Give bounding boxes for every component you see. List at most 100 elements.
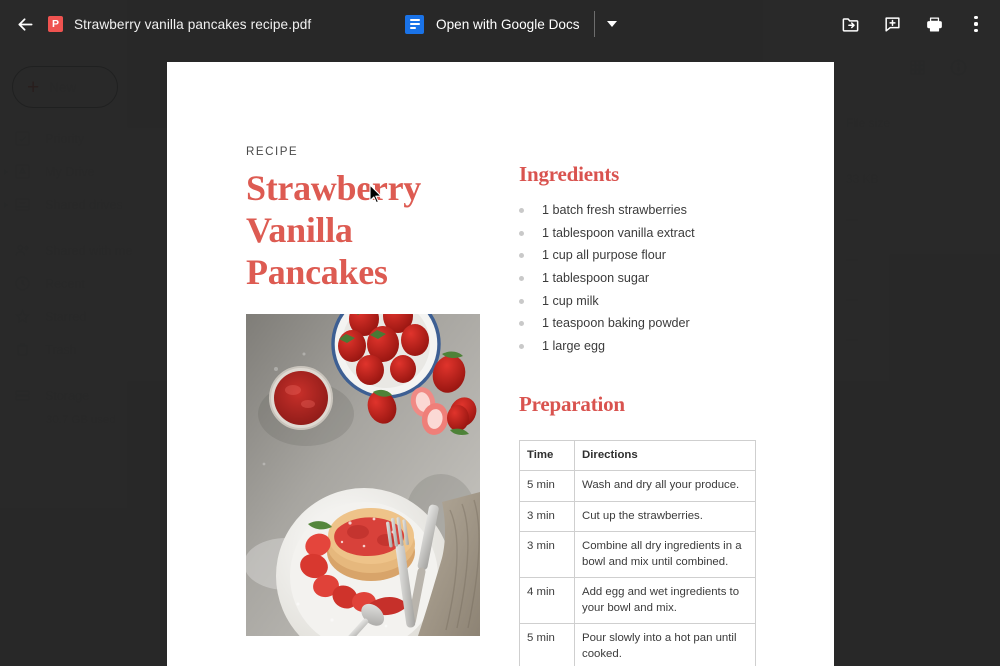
detail-empty-value: — bbox=[846, 332, 858, 346]
plus-icon: + bbox=[27, 75, 40, 99]
cell-directions: Combine all dry ingredients in a bowl an… bbox=[574, 531, 756, 579]
sidebar-item-label: Priority bbox=[45, 131, 85, 146]
recipe-kicker: RECIPE bbox=[246, 145, 299, 158]
google-docs-icon bbox=[405, 14, 424, 34]
print-icon[interactable] bbox=[922, 12, 946, 36]
back-arrow-icon[interactable] bbox=[12, 11, 38, 37]
bullet-icon bbox=[519, 253, 524, 259]
pdf-file-badge: P bbox=[48, 16, 63, 32]
list-item: 1 tablespoon vanilla extract bbox=[519, 222, 769, 245]
file-size-value: 33 KB bbox=[846, 172, 879, 186]
ingredient-text: 1 cup all purpose flour bbox=[542, 248, 666, 263]
info-circle-icon[interactable] bbox=[949, 58, 968, 82]
bullet-icon bbox=[519, 321, 524, 327]
more-options-icon[interactable] bbox=[964, 12, 988, 36]
file-title: Strawberry vanilla pancakes recipe.pdf bbox=[74, 16, 312, 32]
cell-time: 5 min bbox=[519, 623, 575, 666]
cell-time: 4 min bbox=[519, 577, 575, 625]
document-left-column: RECIPE Strawberry Vanilla Pancakes bbox=[246, 145, 486, 293]
sidebar-item-shared-with-me[interactable]: Shared with me bbox=[0, 234, 168, 267]
sidebar-item-shared-drives[interactable]: Shared drives bbox=[0, 188, 168, 221]
grid-view-icon[interactable] bbox=[908, 58, 927, 82]
bullet-icon bbox=[519, 298, 524, 304]
add-comment-icon[interactable] bbox=[880, 12, 904, 36]
column-header-time: Time bbox=[519, 439, 575, 472]
table-row: 5 min Wash and dry all your produce. bbox=[519, 470, 756, 502]
cell-directions: Cut up the strawberries. bbox=[574, 500, 756, 533]
ingredient-text: 1 tablespoon sugar bbox=[542, 271, 650, 286]
details-panel: File size 33 KB — — — — bbox=[818, 58, 988, 346]
ingredient-text: 1 cup milk bbox=[542, 293, 599, 308]
sidebar-item-label: Shared drives bbox=[45, 197, 123, 212]
bullet-icon bbox=[519, 207, 524, 213]
shared-with-me-icon bbox=[14, 242, 31, 259]
sidebar-item-recent[interactable]: Recent bbox=[0, 267, 168, 300]
move-to-folder-icon[interactable] bbox=[838, 12, 862, 36]
cell-directions: Pour slowly into a hot pan until cooked. bbox=[574, 623, 756, 666]
toolbar-actions bbox=[838, 0, 988, 48]
list-item: 1 tablespoon sugar bbox=[519, 267, 769, 290]
cell-time: 3 min bbox=[519, 500, 575, 533]
trash-icon bbox=[14, 341, 31, 358]
ingredient-text: 1 tablespoon vanilla extract bbox=[542, 225, 695, 240]
list-item: 1 teaspoon baking powder bbox=[519, 312, 769, 335]
storage-icon bbox=[14, 387, 31, 404]
column-header-directions: Directions bbox=[574, 439, 756, 472]
preparation-table: Time Directions 5 min Wash and dry all y… bbox=[519, 439, 756, 666]
sidebar-item-label: Shared with me bbox=[45, 243, 133, 258]
detail-empty-value: — bbox=[846, 212, 858, 226]
ingredient-text: 1 teaspoon baking powder bbox=[542, 316, 690, 331]
sidebar-item-label: Starred bbox=[45, 309, 87, 324]
list-item: 1 cup milk bbox=[519, 290, 769, 313]
file-size-label: File size bbox=[846, 116, 891, 130]
cell-directions: Add egg and wet ingredients to your bowl… bbox=[574, 577, 756, 625]
recent-clock-icon bbox=[14, 275, 31, 292]
sidebar-item-my-drive[interactable]: My Drive bbox=[0, 155, 168, 188]
recipe-photo bbox=[246, 314, 480, 636]
new-button[interactable]: + New bbox=[12, 66, 118, 108]
cell-time: 5 min bbox=[519, 470, 575, 502]
sidebar-divider bbox=[0, 366, 168, 379]
page-title: Strawberry Vanilla Pancakes bbox=[246, 167, 486, 293]
toolbar-divider bbox=[593, 11, 595, 37]
shared-drives-icon bbox=[14, 196, 31, 213]
table-header-row: Time Directions bbox=[519, 439, 756, 472]
open-with-label[interactable]: Open with Google Docs bbox=[436, 17, 580, 32]
sidebar-item-storage[interactable]: Storage bbox=[0, 379, 168, 412]
list-item: 1 batch fresh strawberries bbox=[519, 199, 769, 222]
sidebar-item-starred[interactable]: Starred bbox=[0, 300, 168, 333]
priority-check-icon bbox=[14, 130, 31, 147]
chevron-right-icon[interactable] bbox=[4, 168, 8, 175]
my-drive-icon bbox=[14, 163, 31, 180]
table-row: 3 min Combine all dry ingredients in a b… bbox=[519, 531, 756, 579]
sidebar-item-priority[interactable]: Priority bbox=[0, 122, 168, 155]
bullet-icon bbox=[519, 275, 524, 281]
detail-empty-value: — bbox=[846, 292, 858, 306]
sidebar-item-trash[interactable]: Trash bbox=[0, 333, 168, 366]
bullet-icon bbox=[519, 230, 524, 236]
pdf-preview-screen: + New Priority My Drive Shared drives Sh… bbox=[0, 0, 1000, 666]
bullet-icon bbox=[519, 343, 524, 349]
preview-toolbar: P Strawberry vanilla pancakes recipe.pdf… bbox=[0, 0, 1000, 48]
pdf-document-page[interactable]: RECIPE Strawberry Vanilla Pancakes Ingre… bbox=[167, 62, 834, 666]
title-line-2: Vanilla bbox=[246, 210, 353, 250]
document-right-column: Ingredients 1 batch fresh strawberries 1… bbox=[519, 162, 769, 666]
detail-empty-value: — bbox=[846, 252, 858, 266]
chevron-down-icon[interactable] bbox=[606, 21, 617, 27]
sidebar-item-label: Recent bbox=[45, 276, 85, 291]
sidebar-divider bbox=[0, 221, 168, 234]
chevron-right-icon[interactable] bbox=[4, 201, 8, 208]
title-line-1: Strawberry bbox=[246, 168, 421, 208]
cell-directions: Wash and dry all your produce. bbox=[574, 470, 756, 502]
new-button-label: New bbox=[49, 79, 77, 95]
preparation-heading: Preparation bbox=[519, 391, 625, 416]
title-line-3: Pancakes bbox=[246, 252, 388, 292]
sidebar-item-label: Storage bbox=[45, 388, 90, 403]
cell-time: 3 min bbox=[519, 531, 575, 579]
list-item: 1 large egg bbox=[519, 335, 769, 358]
ingredients-list: 1 batch fresh strawberries 1 tablespoon … bbox=[519, 199, 769, 358]
sidebar-item-label: Trash bbox=[45, 342, 77, 357]
storage-used-label: 30.7 GB used bbox=[46, 414, 116, 426]
table-row: 4 min Add egg and wet ingredients to you… bbox=[519, 577, 756, 625]
ingredient-text: 1 batch fresh strawberries bbox=[542, 203, 687, 218]
